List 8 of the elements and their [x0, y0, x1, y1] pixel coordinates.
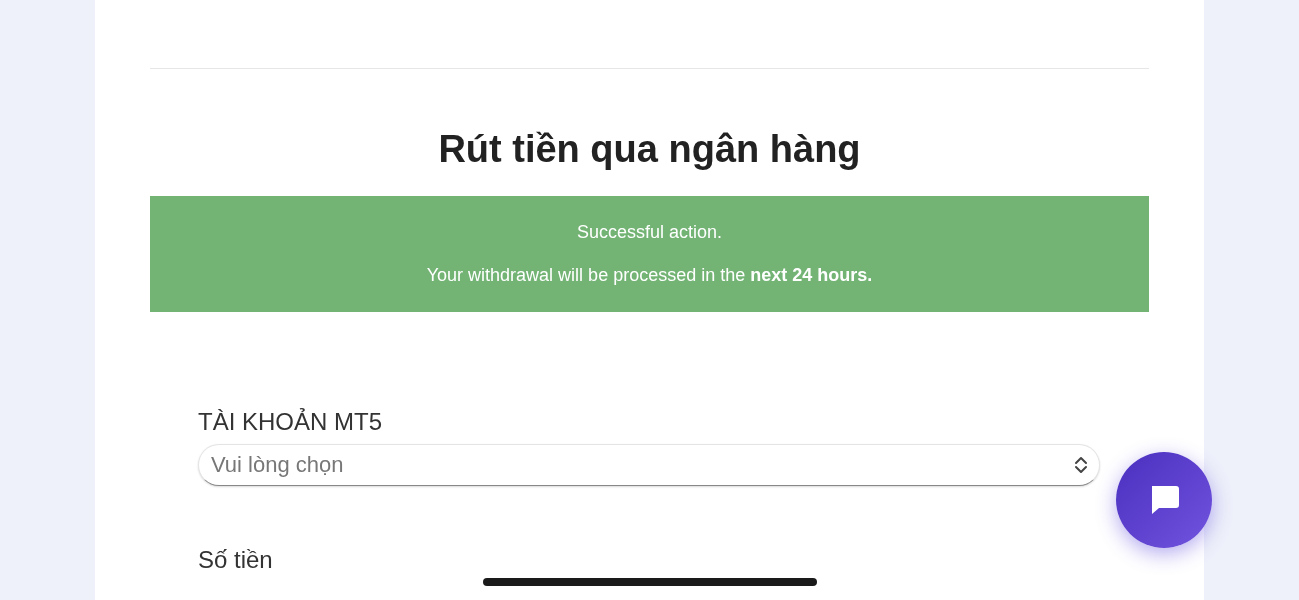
chat-button[interactable]	[1116, 452, 1212, 548]
chevron-updown-icon	[1073, 455, 1089, 475]
alert-message: Successful action.	[576, 221, 723, 243]
select-field[interactable]: Vui lòng chọn	[198, 444, 1100, 486]
alert-message: Your withdrawal will be processed in the next 24 hours.	[426, 264, 873, 286]
page-title: Rút tiền qua ngân hàng	[437, 127, 862, 172]
field-label: Số tiền	[198, 546, 274, 574]
field-label: TÀI KHOẢN MT5	[198, 408, 384, 436]
